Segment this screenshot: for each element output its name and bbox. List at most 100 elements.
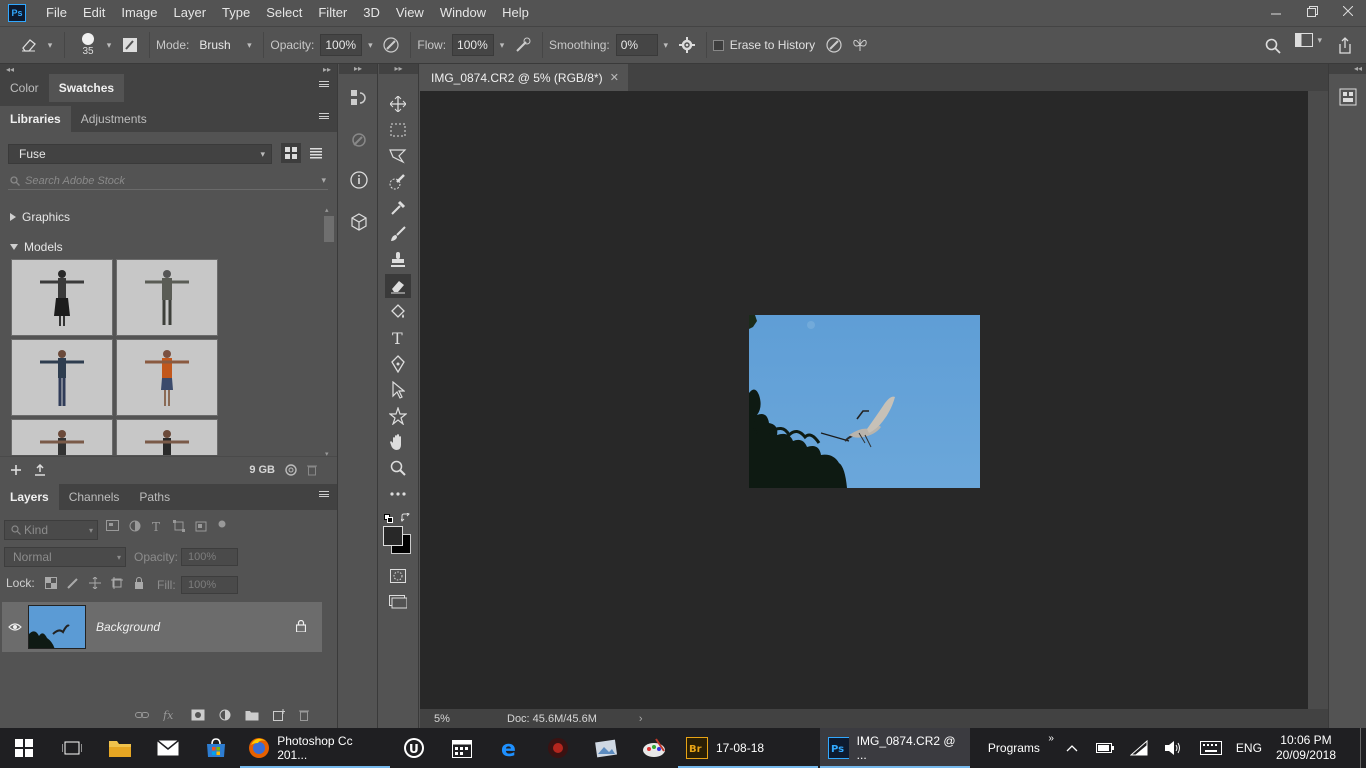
calendar-button[interactable]: [438, 728, 486, 768]
clock[interactable]: 10:06 PM 20/09/2018: [1276, 733, 1336, 763]
menu-layer[interactable]: Layer: [166, 0, 215, 26]
document-image[interactable]: [749, 315, 980, 488]
workspace-switcher[interactable]: ▾: [1295, 33, 1322, 47]
flow-input[interactable]: 100%: [452, 34, 495, 56]
app-button-photos[interactable]: [582, 728, 630, 768]
menu-image[interactable]: Image: [113, 0, 165, 26]
panel-menu-icon[interactable]: [319, 491, 329, 497]
language-indicator[interactable]: ENG: [1236, 741, 1262, 755]
library-select[interactable]: Fuse ▾: [8, 144, 272, 164]
tab-adjustments[interactable]: Adjustments: [71, 106, 157, 132]
tab-swatches[interactable]: Swatches: [48, 74, 125, 102]
tab-layers[interactable]: Layers: [0, 484, 59, 510]
menu-type[interactable]: Type: [214, 0, 258, 26]
add-mask-icon[interactable]: [191, 709, 205, 721]
adjustment-layer-icon[interactable]: [219, 709, 231, 721]
pressure-size-button[interactable]: [821, 32, 847, 58]
model-thumbnail[interactable]: [116, 339, 218, 416]
custom-shape-tool[interactable]: [385, 404, 411, 428]
foreground-color-swatch[interactable]: [383, 526, 403, 546]
toolbox-collapse-icon[interactable]: ▸▸: [379, 64, 418, 74]
new-group-icon[interactable]: [245, 709, 259, 721]
close-tab-icon[interactable]: ✕: [610, 71, 619, 84]
type-layer-filter-icon[interactable]: T: [151, 520, 163, 532]
path-selection-tool[interactable]: [385, 378, 411, 402]
restore-button[interactable]: [1294, 0, 1330, 22]
pixel-layer-filter-icon[interactable]: [106, 520, 119, 532]
taskbar-item-bridge[interactable]: Br 17-08-18: [678, 728, 818, 768]
search-button[interactable]: [1260, 33, 1286, 59]
erase-to-history-checkbox[interactable]: [712, 39, 724, 51]
properties-panel-button[interactable]: [349, 130, 369, 150]
layer-effects-icon[interactable]: fx: [163, 709, 177, 721]
menu-help[interactable]: Help: [494, 0, 537, 26]
menu-edit[interactable]: Edit: [75, 0, 113, 26]
panel-collapse-strip[interactable]: ◂◂ ▸▸: [0, 64, 337, 74]
wifi-icon[interactable]: [1129, 740, 1148, 756]
opacity-dropdown[interactable]: ▾: [362, 34, 378, 56]
scrollbar-thumb[interactable]: [324, 216, 334, 242]
list-view-button[interactable]: [306, 143, 326, 163]
keyboard-icon[interactable]: [1199, 741, 1222, 755]
eyedropper-tool[interactable]: [385, 196, 411, 220]
libraries-panel-button[interactable]: [1339, 88, 1357, 109]
store-button[interactable]: [192, 728, 240, 768]
lock-image-pixels-icon[interactable]: [66, 577, 79, 589]
tab-paths[interactable]: Paths: [129, 484, 180, 510]
menu-select[interactable]: Select: [258, 0, 310, 26]
type-tool[interactable]: T: [385, 326, 411, 350]
model-thumbnail[interactable]: [11, 259, 113, 336]
brush-tool[interactable]: [385, 222, 411, 246]
brush-preset-dropdown[interactable]: ▾: [101, 34, 117, 56]
model-thumbnail[interactable]: [11, 339, 113, 416]
pressure-opacity-button[interactable]: [378, 32, 404, 58]
lock-artboard-icon[interactable]: [110, 577, 123, 589]
scroll-up-icon[interactable]: ▴: [325, 206, 329, 214]
info-panel-button[interactable]: [349, 170, 369, 190]
model-thumbnail[interactable]: [116, 419, 218, 455]
menu-file[interactable]: File: [38, 0, 75, 26]
quick-mask-button[interactable]: [385, 564, 411, 588]
library-section-models[interactable]: Models: [10, 240, 63, 254]
library-section-graphics[interactable]: Graphics: [10, 210, 70, 224]
show-desktop-button[interactable]: [1360, 728, 1366, 768]
file-explorer-button[interactable]: [96, 728, 144, 768]
zoom-level[interactable]: 5%: [434, 713, 494, 725]
lock-position-icon[interactable]: [88, 577, 101, 589]
taskbar-item-firefox[interactable]: Photoshop Cc 201...: [240, 728, 390, 768]
lasso-tool[interactable]: [385, 144, 411, 168]
delete-layer-icon[interactable]: [299, 709, 309, 721]
panel-menu-icon[interactable]: [319, 81, 329, 87]
task-view-button[interactable]: [48, 728, 96, 768]
canvas-vertical-scrollbar[interactable]: [1308, 91, 1328, 709]
3d-panel-button[interactable]: [349, 212, 369, 232]
status-menu-arrow-icon[interactable]: ›: [639, 713, 643, 725]
quick-selection-tool[interactable]: [385, 170, 411, 194]
clone-stamp-tool[interactable]: [385, 248, 411, 272]
eraser-tool-preset-button[interactable]: [16, 32, 42, 58]
new-layer-icon[interactable]: [273, 709, 285, 721]
layer-row-background[interactable]: Background: [2, 602, 322, 652]
app-button-paint[interactable]: [630, 728, 678, 768]
link-layers-icon[interactable]: [135, 710, 149, 720]
lock-transparent-pixels-icon[interactable]: [44, 577, 57, 589]
flow-dropdown[interactable]: ▾: [494, 34, 510, 56]
fill-input[interactable]: 100%: [181, 576, 238, 594]
layer-filter-kind-select[interactable]: Kind ▾: [4, 520, 98, 540]
gradient-tool[interactable]: [385, 300, 411, 324]
show-hidden-icons-icon[interactable]: [1066, 744, 1078, 752]
document-tab[interactable]: IMG_0874.CR2 @ 5% (RGB/8*) ✕: [420, 64, 628, 91]
menu-window[interactable]: Window: [432, 0, 494, 26]
layer-visibility-toggle[interactable]: [2, 622, 28, 632]
hand-tool[interactable]: [385, 430, 411, 454]
menu-filter[interactable]: Filter: [310, 0, 355, 26]
symmetry-button[interactable]: [847, 32, 873, 58]
tab-channels[interactable]: Channels: [59, 484, 130, 510]
share-button[interactable]: [1332, 33, 1358, 59]
smoothing-input[interactable]: 0%: [615, 34, 658, 56]
brush-settings-button[interactable]: [117, 32, 143, 58]
menu-view[interactable]: View: [388, 0, 432, 26]
smoothing-dropdown[interactable]: ▾: [658, 34, 674, 56]
app-button-red-orb[interactable]: [534, 728, 582, 768]
unreal-engine-button[interactable]: U: [390, 728, 438, 768]
